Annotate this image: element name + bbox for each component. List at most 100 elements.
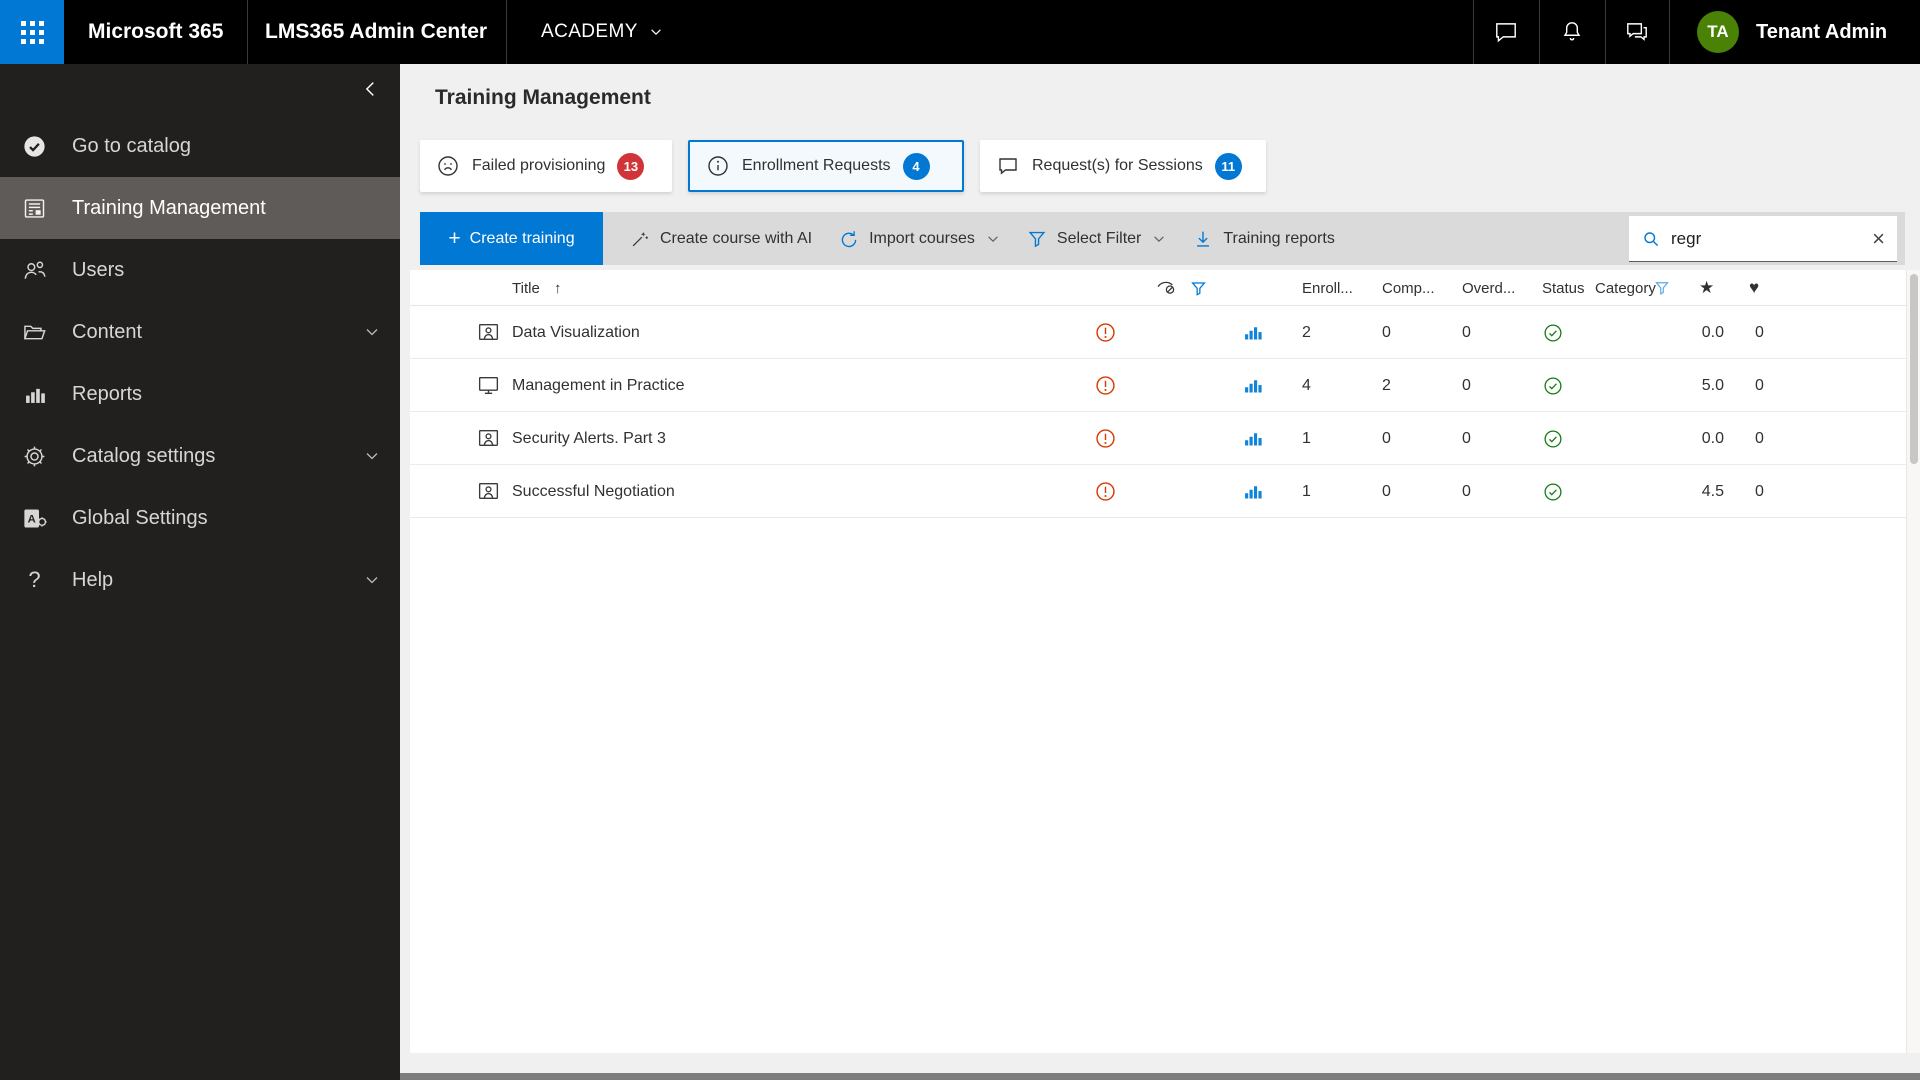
topbar-divider [247, 0, 248, 64]
sidebar-collapse-button[interactable] [356, 74, 386, 104]
sidebar-item-global-settings[interactable]: A Global Settings [0, 487, 400, 549]
sidebar-item-users[interactable]: Users [0, 239, 400, 301]
chevron-down-icon[interactable] [364, 572, 380, 588]
sidebar-item-reports[interactable]: Reports [0, 363, 400, 425]
sidebar-item-catalog-settings[interactable]: Catalog settings [0, 425, 400, 487]
chevron-down-icon[interactable] [364, 324, 380, 340]
tab-enrollment-requests[interactable]: Enrollment Requests 4 [688, 140, 964, 192]
table-row[interactable]: Data Visualization 2 0 0 0.0 0 [410, 306, 1906, 359]
training-title-link[interactable]: Security Alerts. Part 3 [512, 412, 666, 465]
horizontal-scrollbar[interactable] [400, 1073, 1920, 1080]
tab-label: Failed provisioning [472, 157, 606, 174]
topbar-divider [1539, 0, 1540, 64]
topbar-divider [1473, 0, 1474, 64]
app-launcher-icon[interactable] [0, 0, 64, 64]
search-box: × [1629, 216, 1897, 262]
alert-icon[interactable] [1094, 359, 1117, 412]
chat-bubble-icon [996, 154, 1020, 178]
import-courses-button[interactable]: Import courses [838, 228, 1000, 250]
vertical-scrollbar[interactable] [1906, 270, 1920, 1053]
rating-star-icon[interactable]: ★ [1699, 270, 1714, 306]
chevron-down-icon [1152, 232, 1166, 246]
sort-ascending-icon[interactable]: ↑ [554, 270, 562, 306]
completed-count: 0 [1382, 323, 1391, 341]
search-icon [1641, 229, 1661, 249]
tab-count-badge: 4 [902, 152, 930, 180]
sidebar-item-label: Reports [72, 382, 143, 405]
tab-count-badge: 13 [617, 152, 645, 180]
tenant-switcher[interactable]: ACADEMY [541, 0, 663, 64]
bar-chart-icon [21, 381, 48, 408]
sad-face-icon [436, 154, 460, 178]
likes-count: 0 [1755, 376, 1764, 394]
completed-count: 2 [1382, 376, 1391, 394]
column-header-status[interactable]: Status [1542, 270, 1585, 306]
select-filter-button[interactable]: Select Filter [1026, 228, 1166, 250]
instructor-led-training-icon [476, 306, 501, 359]
chevron-down-icon[interactable] [364, 448, 380, 464]
likes-count: 0 [1755, 323, 1764, 341]
alert-icon[interactable] [1094, 306, 1117, 359]
sidebar: Go to catalog Training Management Users … [0, 64, 400, 1080]
column-header-enrolled[interactable]: Enroll... [1302, 270, 1353, 306]
app-title[interactable]: LMS365 Admin Center [265, 0, 487, 64]
sidebar-item-label: Users [72, 258, 125, 281]
status-ok-icon [1542, 412, 1564, 465]
enrolled-count: 2 [1302, 323, 1311, 341]
table-row[interactable]: Successful Negotiation 1 0 0 4.5 0 [410, 465, 1906, 518]
tab-label: Enrollment Requests [742, 157, 891, 174]
column-header-title[interactable]: Title [512, 270, 540, 306]
svg-text:A: A [28, 513, 36, 525]
tab-requests-for-sessions[interactable]: Request(s) for Sessions 11 [980, 140, 1266, 192]
training-title-link[interactable]: Data Visualization [512, 306, 640, 359]
sidebar-item-label: Global Settings [72, 506, 208, 529]
filter-funnel-icon[interactable] [1189, 270, 1208, 306]
notifications-bell-icon[interactable] [1552, 12, 1592, 52]
training-title-link[interactable]: Successful Negotiation [512, 465, 675, 518]
elearning-monitor-icon [476, 359, 501, 412]
plus-icon: + [448, 227, 461, 250]
rating-value: 0.0 [1701, 429, 1724, 447]
alert-icon[interactable] [1094, 412, 1117, 465]
training-reports-button[interactable]: Training reports [1192, 228, 1335, 250]
statistics-chart-icon[interactable] [1242, 306, 1263, 359]
column-header-category[interactable]: Category [1595, 270, 1656, 306]
brand-microsoft365[interactable]: Microsoft 365 [88, 0, 223, 64]
user-avatar[interactable]: TA [1697, 11, 1739, 53]
visibility-off-icon[interactable] [1154, 270, 1178, 306]
table-row[interactable]: Security Alerts. Part 3 1 0 0 0.0 0 [410, 412, 1906, 465]
overdue-count: 0 [1462, 323, 1471, 341]
statistics-chart-icon[interactable] [1242, 465, 1263, 518]
command-bar: + Create training Create course with AI … [420, 212, 1905, 265]
sidebar-item-content[interactable]: Content [0, 301, 400, 363]
topbar-divider [1669, 0, 1670, 64]
check-circle-icon [21, 133, 48, 160]
sidebar-item-go-to-catalog[interactable]: Go to catalog [0, 115, 400, 177]
feedback-icon[interactable] [1617, 12, 1657, 52]
category-filter-funnel-icon[interactable] [1653, 270, 1671, 306]
status-ok-icon [1542, 359, 1564, 412]
likes-heart-icon[interactable]: ♥ [1749, 270, 1759, 306]
close-icon[interactable]: × [1872, 227, 1885, 250]
alert-icon[interactable] [1094, 465, 1117, 518]
column-header-overdue[interactable]: Overd... [1462, 270, 1515, 306]
training-title-link[interactable]: Management in Practice [512, 359, 685, 412]
rating-value: 0.0 [1701, 323, 1724, 341]
search-input[interactable] [1671, 228, 1863, 249]
chat-icon[interactable] [1486, 12, 1526, 52]
avatar-initials: TA [1707, 22, 1729, 41]
document-icon [21, 195, 48, 222]
statistics-chart-icon[interactable] [1242, 412, 1263, 465]
overdue-count: 0 [1462, 482, 1471, 500]
create-training-button[interactable]: + Create training [420, 212, 603, 265]
rating-value: 5.0 [1701, 376, 1724, 394]
tab-failed-provisioning[interactable]: Failed provisioning 13 [420, 140, 672, 192]
table-row[interactable]: Management in Practice 4 2 0 5.0 0 [410, 359, 1906, 412]
sidebar-item-training-management[interactable]: Training Management [0, 177, 400, 239]
column-header-completed[interactable]: Comp... [1382, 270, 1435, 306]
scrollbar-thumb[interactable] [1910, 274, 1918, 464]
create-course-with-ai-button[interactable]: Create course with AI [629, 228, 812, 250]
tenant-name: ACADEMY [541, 21, 638, 42]
statistics-chart-icon[interactable] [1242, 359, 1263, 412]
sidebar-item-help[interactable]: ? Help [0, 549, 400, 611]
